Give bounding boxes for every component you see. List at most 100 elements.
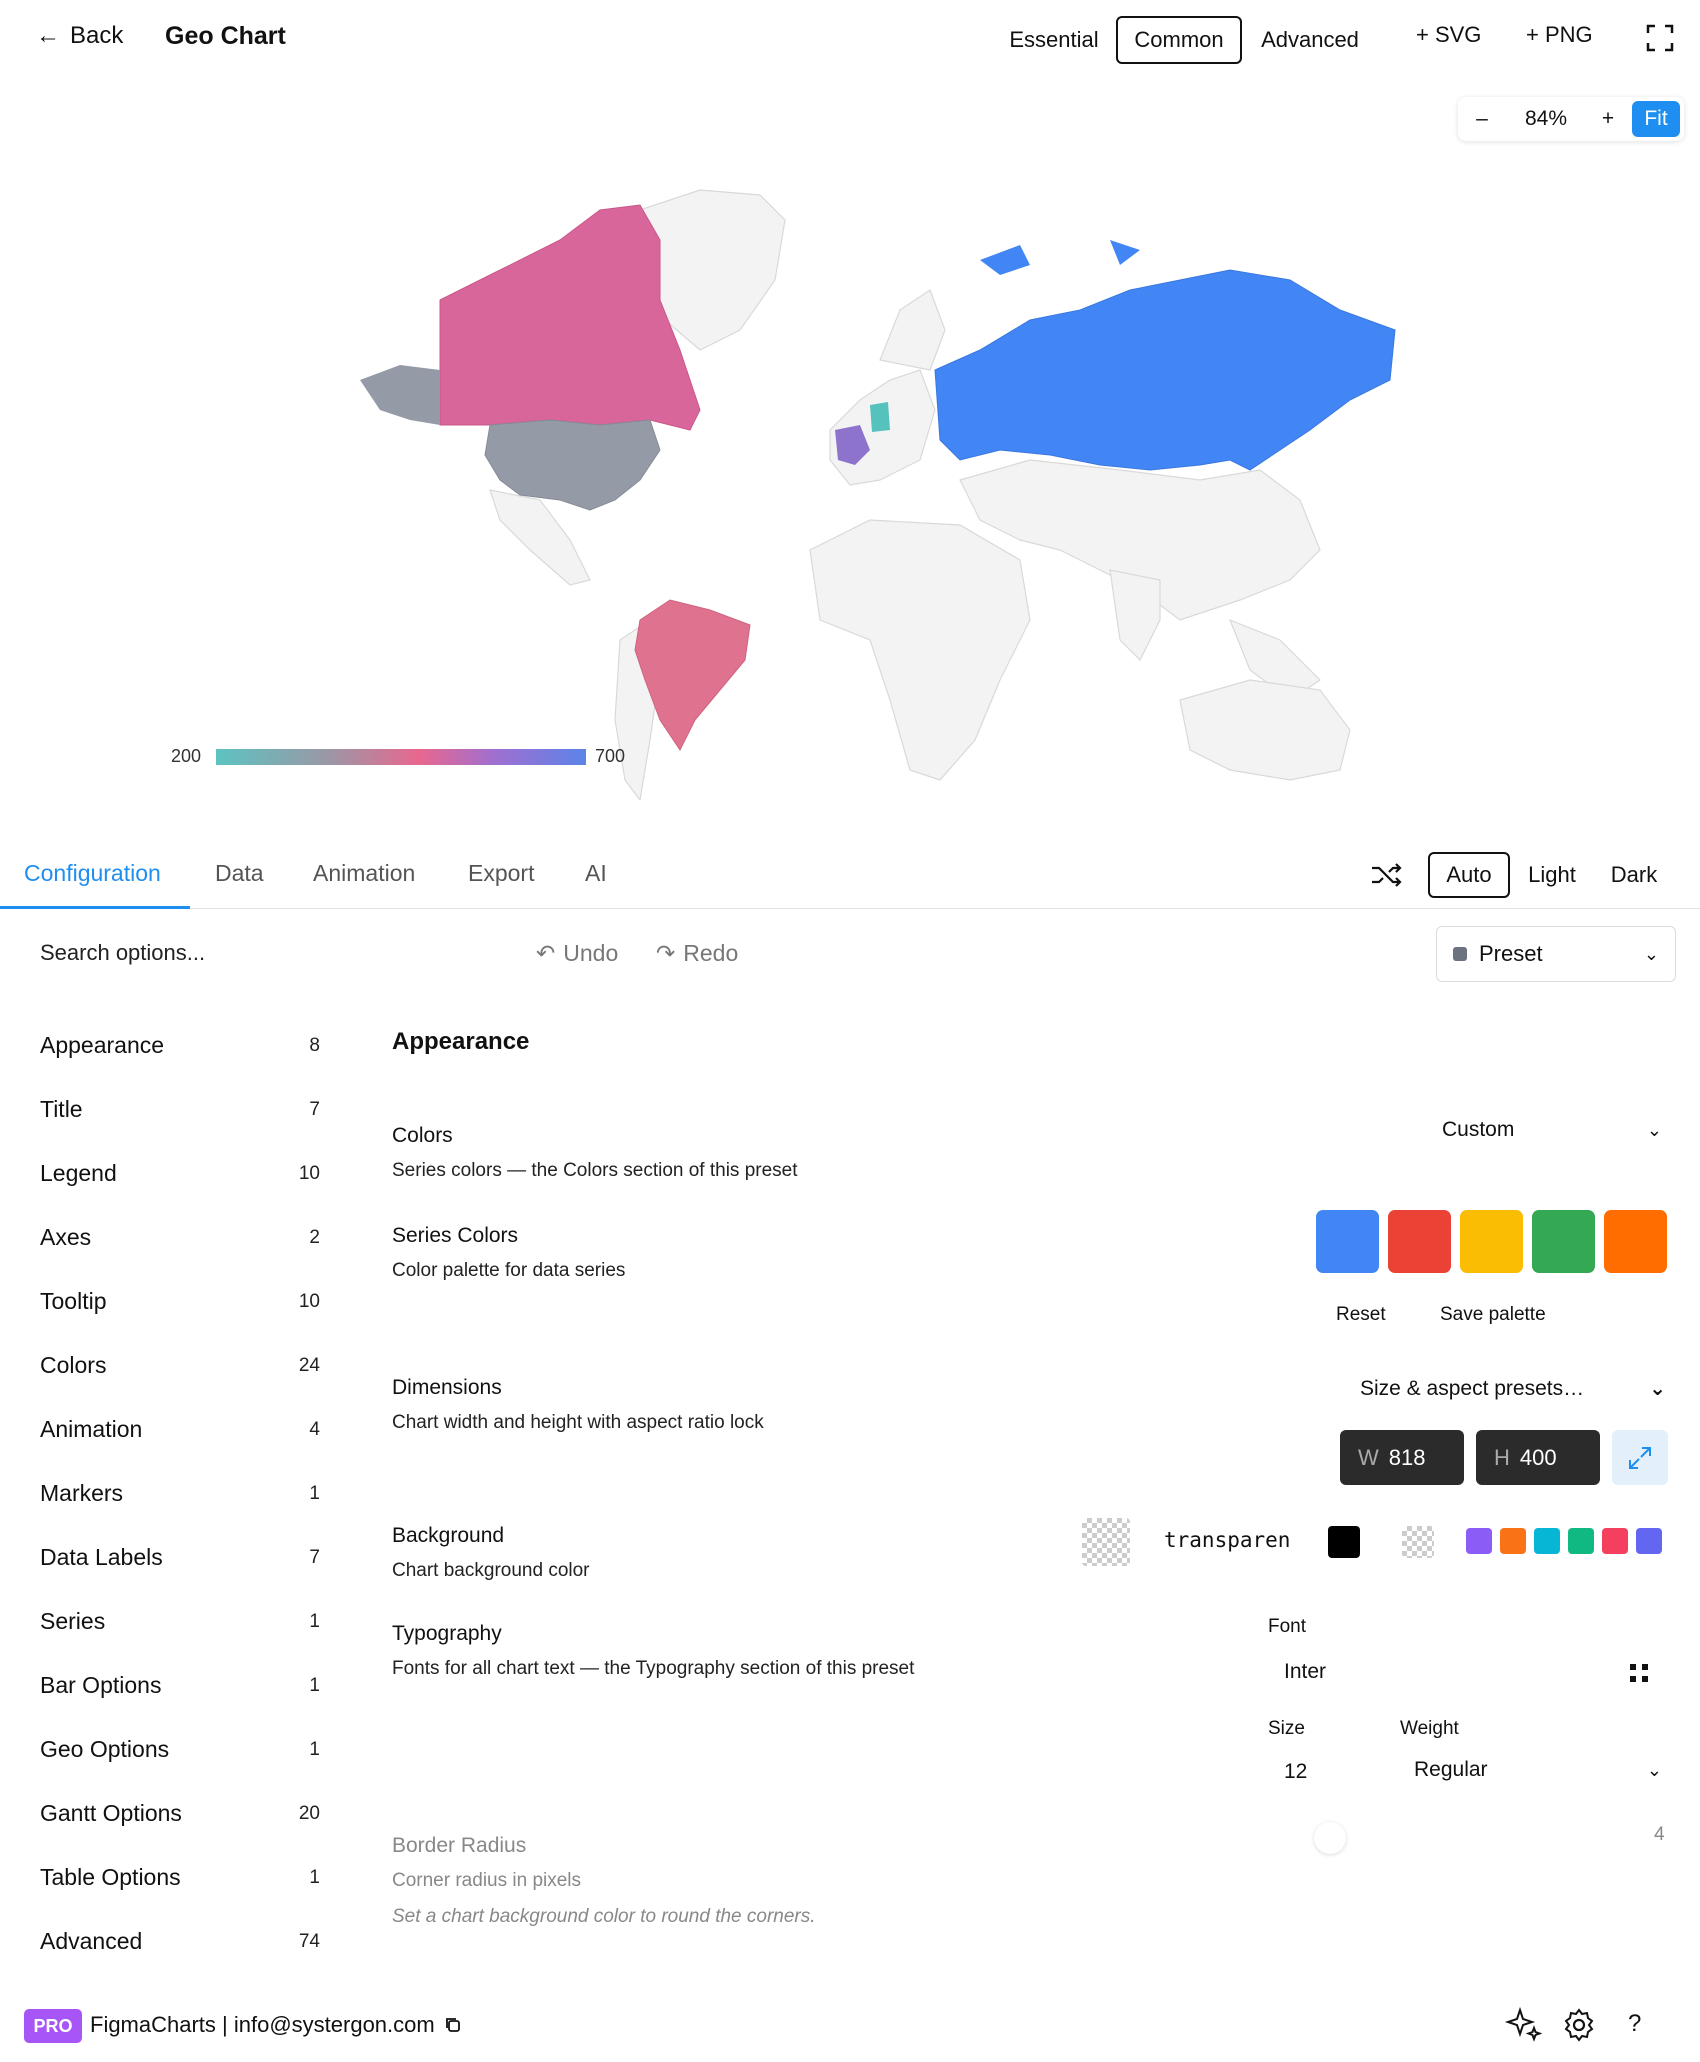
sidebar-item-gantt-options[interactable]: Gantt Options 20 [40, 1800, 320, 1827]
preset-label: Preset [1479, 941, 1543, 966]
border-radius-title: Border Radius [392, 1834, 527, 1857]
size-presets-select[interactable]: Size & aspect presets… ⌄ [1360, 1376, 1666, 1401]
tab-export[interactable]: Export [468, 860, 534, 887]
map-scandinavia [879, 289, 946, 371]
theme-light[interactable]: Light [1514, 852, 1590, 898]
sidebar-item-count: 8 [309, 1034, 320, 1056]
gear-icon[interactable] [1560, 2006, 1598, 2044]
weight-label: Weight [1400, 1718, 1459, 1739]
sidebar-item-count: 10 [298, 1290, 320, 1312]
sidebar-item-tooltip[interactable]: Tooltip 10 [40, 1288, 320, 1315]
sidebar-item-bar-options[interactable]: Bar Options 1 [40, 1672, 320, 1699]
tab-configuration[interactable]: Configuration [24, 860, 161, 887]
size-label: Size [1268, 1718, 1305, 1739]
add-png-button[interactable]: + PNG [1526, 22, 1593, 48]
colors-select[interactable]: Custom ⌄ [1442, 1118, 1662, 1142]
background-quick-swatch-6[interactable] [1636, 1528, 1662, 1554]
undo-label: Undo [563, 940, 619, 966]
chevron-down-icon: ⌄ [1643, 943, 1659, 964]
theme-auto[interactable]: Auto [1428, 852, 1510, 898]
map-india [1109, 569, 1161, 662]
background-transparent-swatch[interactable] [1402, 1526, 1434, 1558]
sidebar-item-label: Legend [40, 1160, 117, 1186]
copy-icon[interactable] [444, 2016, 462, 2034]
sidebar-item-title[interactable]: Title 7 [40, 1096, 320, 1123]
sidebar-item-count: 7 [309, 1546, 320, 1568]
sidebar-item-label: Bar Options [40, 1672, 162, 1698]
sidebar-item-label: Animation [40, 1416, 143, 1442]
sidebar-item-label: Data Labels [40, 1544, 163, 1570]
background-quick-swatch-2[interactable] [1500, 1528, 1526, 1554]
sidebar-item-legend[interactable]: Legend 10 [40, 1160, 320, 1187]
font-select[interactable]: Inter [1284, 1660, 1326, 1684]
sidebar-item-label: Geo Options [40, 1736, 170, 1762]
height-input[interactable]: H 400 [1476, 1430, 1600, 1485]
border-radius-slider-handle[interactable] [1314, 1822, 1346, 1854]
sidebar-item-colors[interactable]: Colors 24 [40, 1352, 320, 1379]
sidebar-item-geo-options[interactable]: Geo Options 1 [40, 1736, 320, 1763]
series-color-swatch-1[interactable] [1316, 1210, 1379, 1273]
redo-button[interactable]: ↷ Redo [656, 940, 738, 967]
background-color-input[interactable]: transparen [1164, 1528, 1290, 1552]
preset-select[interactable]: Preset ⌄ [1436, 926, 1676, 982]
tab-data[interactable]: Data [215, 860, 264, 887]
redo-label: Redo [683, 940, 739, 966]
background-quick-swatch-3[interactable] [1534, 1528, 1560, 1554]
dimensions-desc: Chart width and height with aspect ratio… [392, 1412, 764, 1433]
legend-gradient-bar [216, 749, 586, 765]
background-color-preview[interactable] [1082, 1518, 1130, 1566]
weight-select[interactable]: Regular ⌄ [1414, 1758, 1662, 1782]
sidebar-item-advanced[interactable]: Advanced 74 [40, 1928, 320, 1955]
shuffle-icon[interactable] [1370, 860, 1404, 890]
back-button[interactable]: ← Back [36, 22, 123, 50]
mode-tab-common[interactable]: Common [1116, 16, 1242, 64]
sidebar-item-label: Title [40, 1096, 83, 1122]
sidebar-item-animation[interactable]: Animation 4 [40, 1416, 320, 1443]
background-quick-swatch-1[interactable] [1466, 1528, 1492, 1554]
grid-icon[interactable] [1628, 1662, 1650, 1684]
reset-palette-button[interactable]: Reset [1336, 1304, 1386, 1326]
sidebar-item-appearance[interactable]: Appearance 8 [40, 1032, 320, 1059]
series-color-swatch-2[interactable] [1388, 1210, 1451, 1273]
height-key: H [1494, 1444, 1510, 1470]
background-quick-swatch-4[interactable] [1568, 1528, 1594, 1554]
series-colors-desc: Color palette for data series [392, 1260, 626, 1281]
sidebar-item-table-options[interactable]: Table Options 1 [40, 1864, 320, 1891]
fullscreen-icon[interactable] [1646, 24, 1674, 52]
save-palette-button[interactable]: Save palette [1440, 1304, 1546, 1326]
series-color-swatch-4[interactable] [1532, 1210, 1595, 1273]
aspect-lock-button[interactable] [1612, 1430, 1668, 1485]
sidebar-item-data-labels[interactable]: Data Labels 7 [40, 1544, 320, 1571]
width-key: W [1358, 1444, 1379, 1470]
mode-tab-advanced[interactable]: Advanced [1252, 16, 1368, 64]
series-color-swatch-5[interactable] [1604, 1210, 1667, 1273]
sidebar-item-count: 24 [298, 1354, 320, 1376]
tab-animation[interactable]: Animation [313, 860, 415, 887]
undo-icon: ↶ [536, 940, 556, 966]
add-svg-button[interactable]: + SVG [1416, 22, 1481, 48]
sidebar-item-markers[interactable]: Markers 1 [40, 1480, 320, 1507]
legend-max-label: 700 [595, 746, 626, 766]
sidebar-item-axes[interactable]: Axes 2 [40, 1224, 320, 1251]
background-black-swatch[interactable] [1328, 1526, 1360, 1558]
sidebar-item-label: Table Options [40, 1864, 181, 1890]
mode-tab-essential[interactable]: Essential [996, 16, 1112, 64]
height-value: 400 [1519, 1444, 1557, 1470]
sidebar-item-label: Appearance [40, 1032, 165, 1058]
help-button[interactable]: ? [1628, 2010, 1641, 2038]
search-input[interactable]: Search options... [40, 940, 205, 966]
sidebar-item-series[interactable]: Series 1 [40, 1608, 320, 1635]
size-input[interactable]: 12 [1284, 1760, 1307, 1784]
undo-button[interactable]: ↶ Undo [536, 940, 618, 967]
colors-select-value: Custom [1442, 1118, 1515, 1141]
theme-dark[interactable]: Dark [1596, 852, 1672, 898]
series-color-swatch-3[interactable] [1460, 1210, 1523, 1273]
background-quick-swatch-5[interactable] [1602, 1528, 1628, 1554]
background-desc: Chart background color [392, 1560, 590, 1581]
width-input[interactable]: W 818 [1340, 1430, 1464, 1485]
tab-ai[interactable]: AI [585, 860, 607, 887]
sidebar-item-count: 1 [309, 1674, 320, 1696]
sparkles-icon[interactable] [1504, 2004, 1544, 2044]
sidebar-item-count: 74 [298, 1930, 320, 1952]
sidebar-item-label: Gantt Options [40, 1800, 182, 1826]
